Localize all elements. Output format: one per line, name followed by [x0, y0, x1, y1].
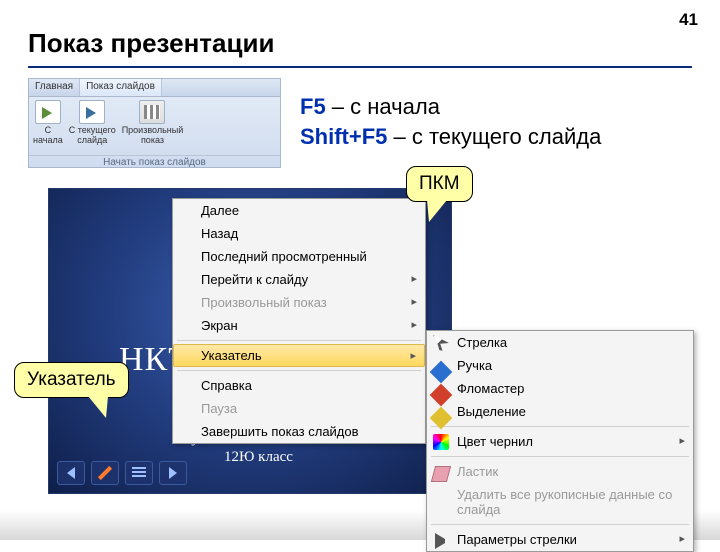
play-from-current-icon — [79, 100, 105, 124]
ctx-last-viewed[interactable]: Последний просмотренный — [173, 245, 425, 268]
sub-sep2 — [431, 456, 689, 457]
page-title: Показ презентации — [28, 28, 274, 59]
arrow-options-icon — [435, 533, 451, 549]
ctx-screen[interactable]: Экран — [173, 314, 425, 337]
title-underline — [28, 66, 692, 68]
sub-highlight[interactable]: Выделение — [427, 400, 693, 423]
ribbon-from-current-label: С текущего слайда — [69, 126, 116, 146]
ribbon-from-start-label: С начала — [33, 126, 63, 146]
ctx-custom-show: Произвольный показ — [173, 291, 425, 314]
context-menu: Далее Назад Последний просмотренный Пере… — [172, 198, 426, 444]
ctx-end-show[interactable]: Завершить показ слайдов — [173, 420, 425, 443]
ribbon-group-caption: Начать показ слайдов — [29, 155, 280, 168]
page-number: 41 — [679, 10, 698, 30]
key-shift-f5: Shift+F5 — [300, 124, 387, 149]
slideshow-nav — [57, 461, 187, 485]
key-f5-desc: – с начала — [326, 94, 440, 119]
eraser-icon — [431, 466, 451, 482]
nav-prev-button[interactable] — [57, 461, 85, 485]
nav-menu-button[interactable] — [125, 461, 153, 485]
sub-sep3 — [431, 524, 689, 525]
sub-felt-pen[interactable]: Фломастер — [427, 377, 693, 400]
sub-pen[interactable]: Ручка — [427, 354, 693, 377]
nav-next-button[interactable] — [159, 461, 187, 485]
ctx-back[interactable]: Назад — [173, 222, 425, 245]
key-f5: F5 — [300, 94, 326, 119]
ribbon-from-current-button[interactable]: С текущего слайда — [69, 100, 116, 152]
sub-erase-all: Удалить все рукописные данные со слайда — [427, 483, 693, 521]
sub-sep1 — [431, 426, 689, 427]
ribbon-tab-slideshow[interactable]: Показ слайдов — [80, 79, 162, 96]
ctx-sep2 — [177, 370, 421, 371]
keyboard-shortcuts: F5 – с начала Shift+F5 – с текущего слай… — [300, 92, 601, 151]
color-icon — [433, 434, 449, 450]
pen-icon — [99, 467, 110, 478]
ctx-goto-slide[interactable]: Перейти к слайду — [173, 268, 425, 291]
callout-pointer: Указатель — [14, 362, 129, 398]
ribbon-tab-home[interactable]: Главная — [29, 79, 80, 96]
cursor-icon — [433, 335, 449, 351]
ctx-help[interactable]: Справка — [173, 374, 425, 397]
ribbon-custom-show-label: Произвольный показ — [122, 126, 184, 146]
play-from-start-icon — [35, 100, 61, 124]
ctx-pause: Пауза — [173, 397, 425, 420]
key-shift-f5-desc: – с текущего слайда — [387, 124, 601, 149]
callout-rmb: ПКМ — [406, 166, 473, 202]
ctx-sep1 — [177, 340, 421, 341]
ribbon-from-start-button[interactable]: С начала — [33, 100, 63, 152]
ribbon-slideshow: Главная Показ слайдов С начала С текущег… — [28, 78, 281, 168]
pointer-submenu: Стрелка Ручка Фломастер Выделение Цвет ч… — [426, 330, 694, 552]
custom-show-icon — [139, 100, 165, 124]
slide-class: 12Ю класс — [224, 449, 293, 466]
menu-icon — [132, 467, 146, 479]
ctx-next[interactable]: Далее — [173, 199, 425, 222]
sub-eraser: Ластик — [427, 460, 693, 483]
nav-pen-button[interactable] — [91, 461, 119, 485]
sub-arrow[interactable]: Стрелка — [427, 331, 693, 354]
sub-ink-color[interactable]: Цвет чернил — [427, 430, 693, 453]
ribbon-custom-show-button[interactable]: Произвольный показ — [122, 100, 184, 152]
ctx-pointer[interactable]: Указатель — [173, 344, 425, 367]
